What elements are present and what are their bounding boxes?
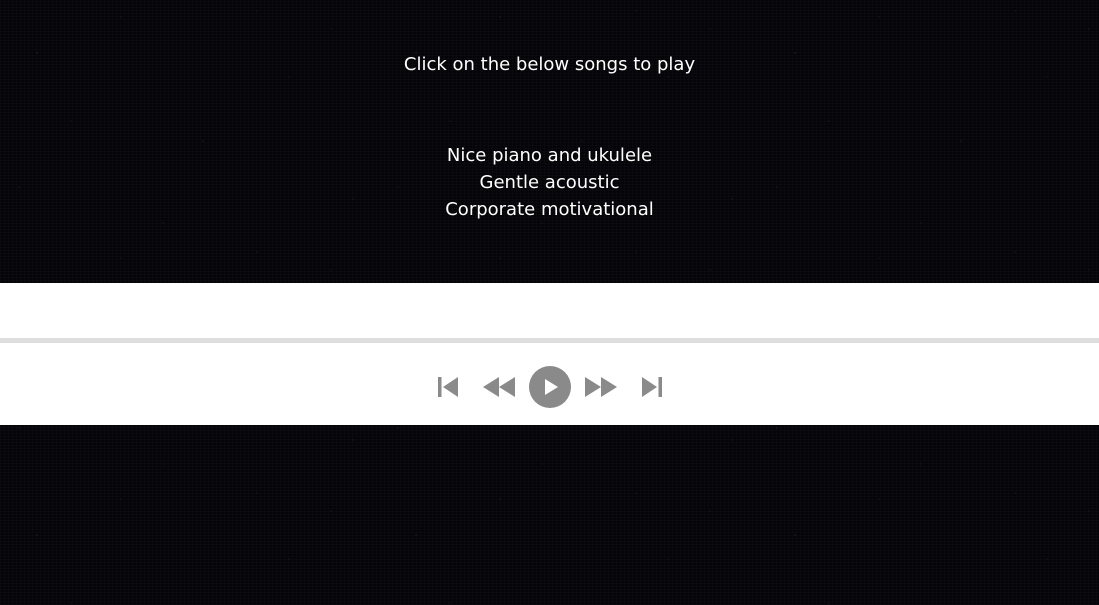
playlist-item[interactable]: Gentle acoustic — [0, 169, 1099, 196]
playlist-item[interactable]: Corporate motivational — [0, 196, 1099, 223]
play-icon — [528, 366, 571, 408]
skip-forward-button[interactable] — [631, 366, 673, 408]
player-controls — [0, 365, 1099, 409]
rewind-icon — [482, 377, 515, 397]
playlist-item[interactable]: Nice piano and ukulele — [0, 142, 1099, 169]
progress-bar[interactable] — [0, 338, 1099, 343]
skip-forward-icon — [641, 377, 662, 397]
fast-forward-icon — [584, 377, 617, 397]
skip-back-button[interactable] — [427, 366, 469, 408]
play-button[interactable] — [528, 366, 571, 408]
fast-forward-button[interactable] — [580, 366, 622, 408]
instructions-text: Click on the below songs to play — [403, 54, 696, 75]
skip-back-icon — [437, 377, 458, 397]
playlist: Nice piano and ukulele Gentle acoustic C… — [0, 142, 1099, 223]
rewind-button[interactable] — [478, 366, 520, 408]
audio-player — [0, 283, 1099, 425]
